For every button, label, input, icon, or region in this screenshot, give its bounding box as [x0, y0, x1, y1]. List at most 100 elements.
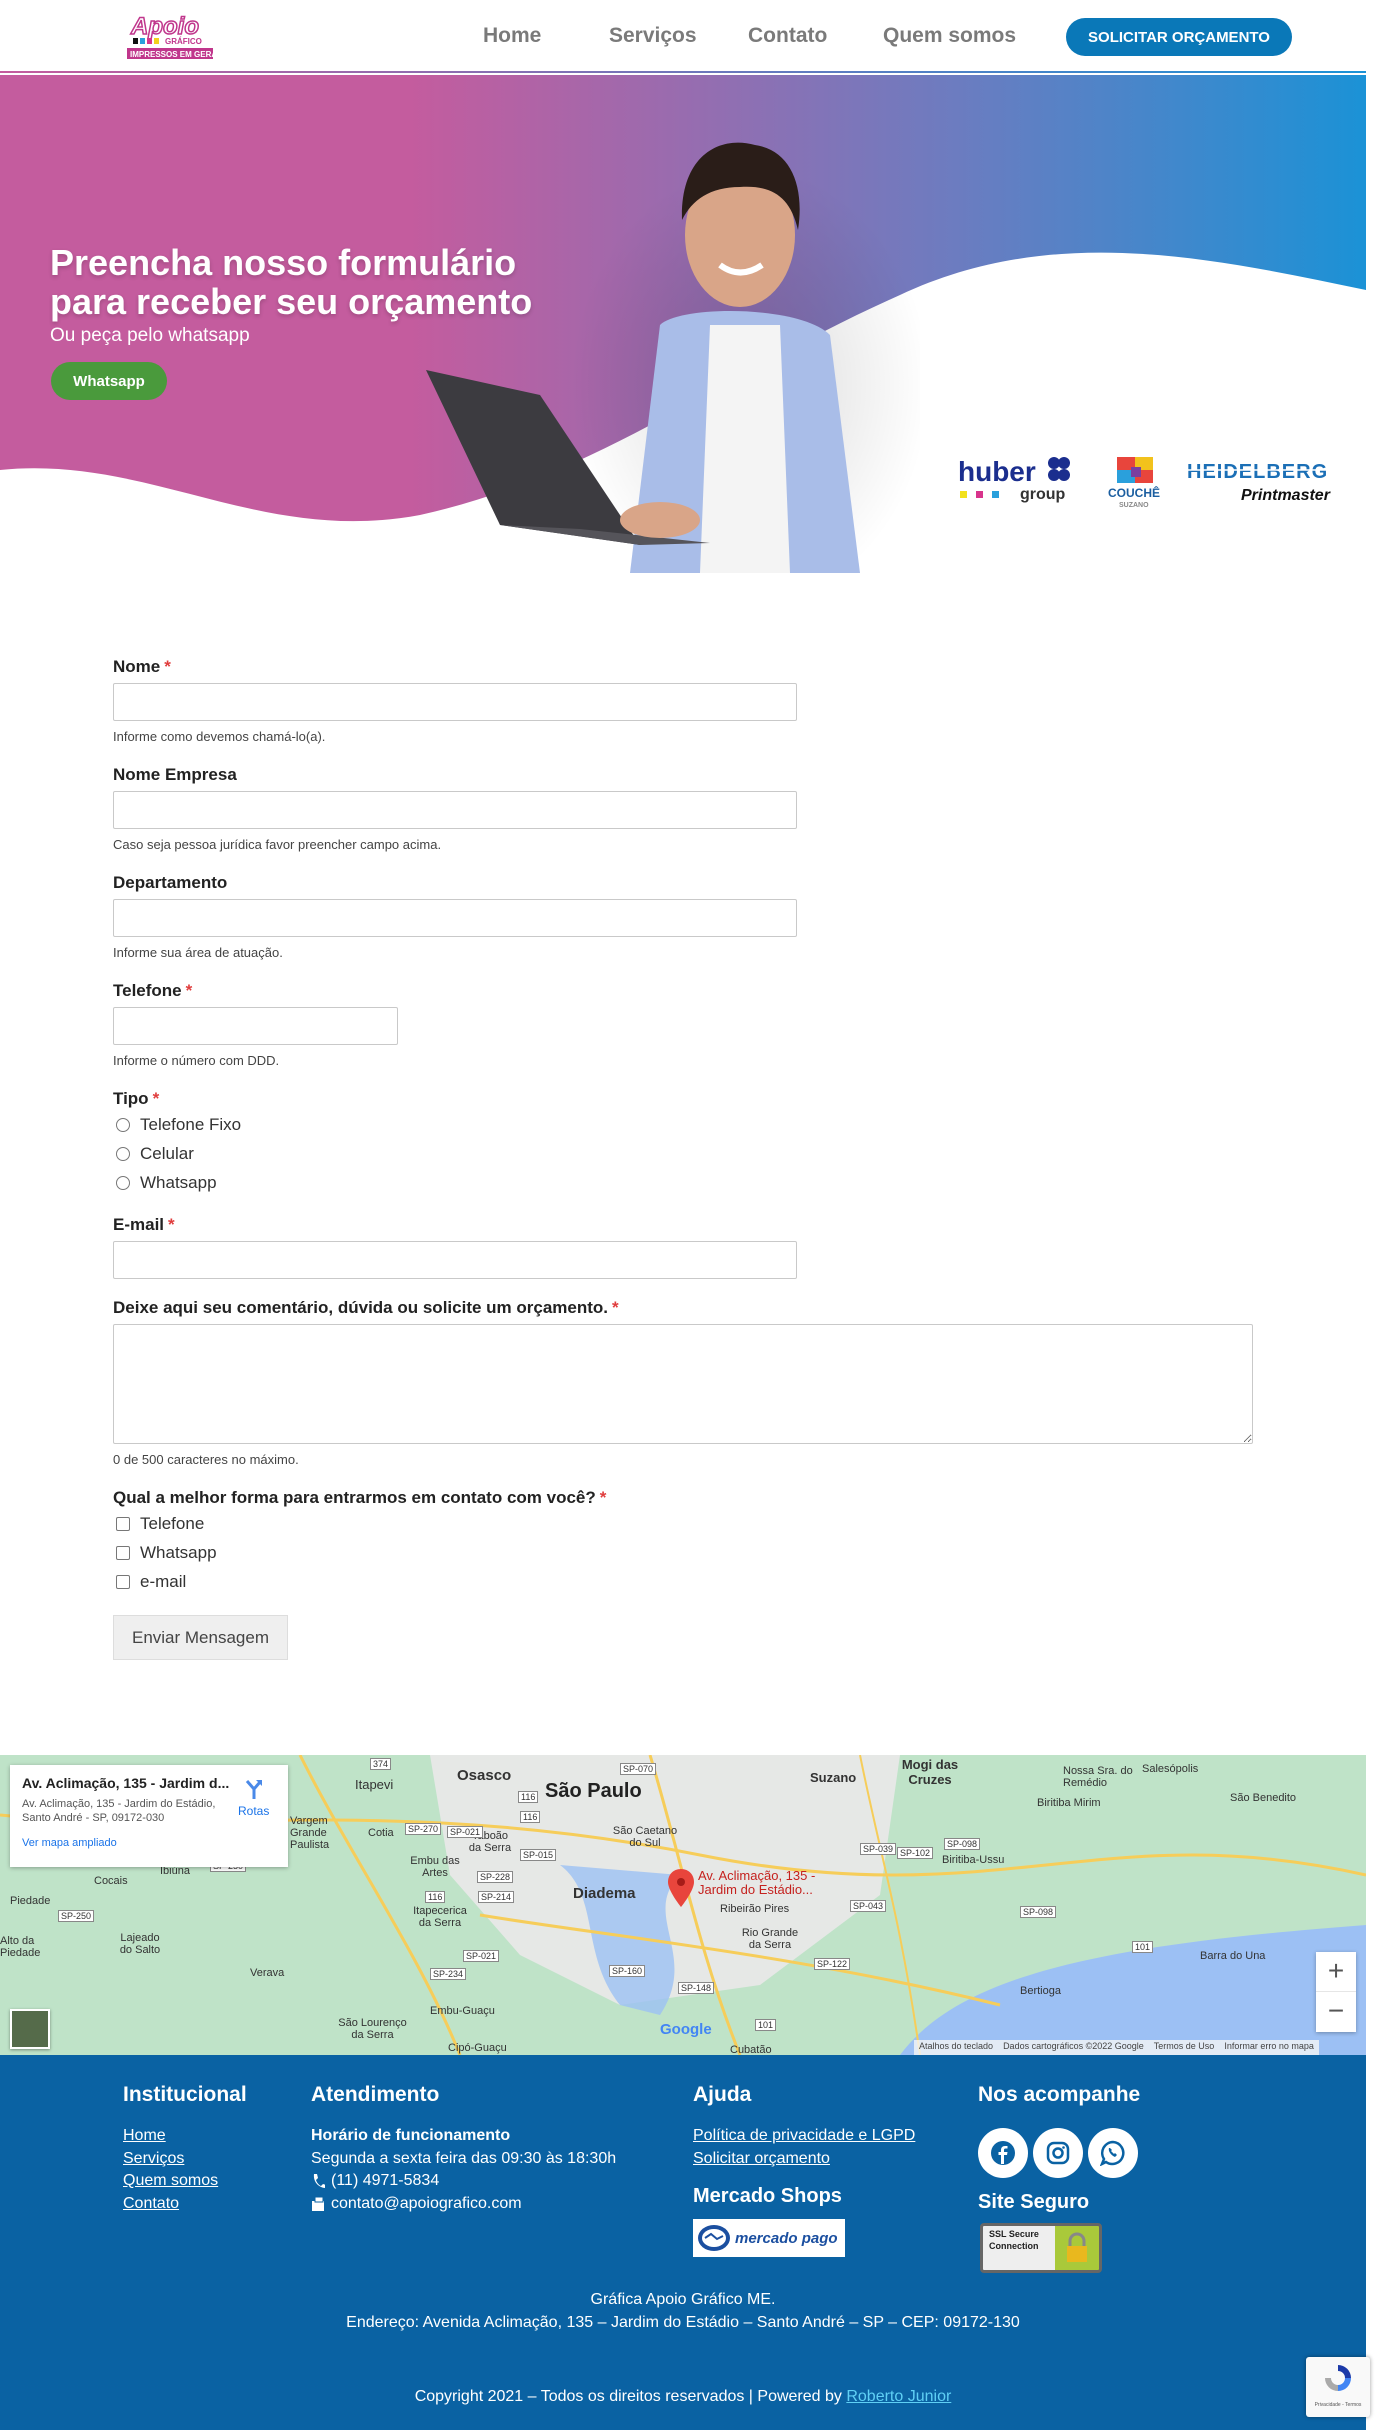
road-shield: SP-015	[520, 1849, 557, 1861]
view-larger-map-link[interactable]: Ver mapa ampliado	[22, 1837, 276, 1849]
author-link[interactable]: Roberto Junior	[846, 2388, 951, 2405]
footer-link-quote[interactable]: Solicitar orçamento	[693, 2150, 830, 2168]
footer-link-home[interactable]: Home	[123, 2127, 166, 2145]
company-name: Gráfica Apoio Gráfico ME.	[590, 2291, 776, 2308]
secure-site-heading: Site Seguro	[978, 2191, 1090, 2213]
info-address: Av. Aclimação, 135 - Jardim do Estádio, …	[22, 1798, 216, 1824]
keyboard-shortcuts-link[interactable]: Atalhos do teclado	[914, 2040, 998, 2055]
map-place: Nossa Sra. do Remédio	[1063, 1765, 1133, 1789]
checkbox[interactable]	[116, 1517, 130, 1531]
nome-label: Nome *	[113, 657, 171, 676]
footer-link-contato[interactable]: Contato	[123, 2195, 179, 2213]
site-footer: Institucional Home Serviços Quem somos C…	[0, 2055, 1370, 2430]
footer-link-servicos[interactable]: Serviços	[123, 2150, 184, 2168]
map-place: Suzano	[810, 1770, 857, 1785]
zoom-controls: + −	[1316, 1952, 1356, 2032]
terms-link[interactable]: Termos de Uso	[1149, 2040, 1220, 2055]
social-heading: Nos acompanhe	[978, 2083, 1141, 2106]
checkbox[interactable]	[116, 1546, 130, 1560]
email-input[interactable]	[113, 1241, 797, 1279]
nav-servicos[interactable]: Serviços	[609, 24, 697, 48]
road-shield: 116	[518, 1791, 539, 1803]
road-shield: SP-102	[897, 1847, 934, 1859]
instagram-icon	[1046, 2141, 1070, 2165]
request-quote-button[interactable]: SOLICITAR ORÇAMENTO	[1066, 18, 1292, 56]
whatsapp-button[interactable]: Whatsapp	[51, 362, 167, 400]
empresa-input[interactable]	[113, 791, 797, 829]
instagram-button[interactable]	[1033, 2128, 1083, 2178]
tipo-option-telefone-fixo[interactable]: Telefone Fixo	[116, 1115, 241, 1135]
nav-quem-somos[interactable]: Quem somos	[883, 24, 1016, 48]
whatsapp-icon	[1100, 2140, 1125, 2166]
road-shield: 101	[1132, 1941, 1154, 1953]
map-pin-icon[interactable]	[668, 1869, 694, 1907]
contato-option-telefone[interactable]: Telefone	[116, 1514, 204, 1534]
map-place: Biritiba-Ussu	[942, 1854, 1005, 1866]
departamento-input[interactable]	[113, 899, 797, 937]
hours-title: Horário de funcionamento	[311, 2127, 511, 2144]
partner-logo-heidelberg: HEIDELBERG Printmaster	[1187, 460, 1357, 509]
partner-logo-huber: huber group	[958, 453, 1070, 508]
mercado-pago-badge[interactable]: mercado pago	[693, 2219, 845, 2257]
nav-home[interactable]: Home	[483, 24, 541, 48]
radio-button[interactable]	[116, 1118, 130, 1132]
tipo-option-whatsapp[interactable]: Whatsapp	[116, 1173, 217, 1193]
satellite-toggle[interactable]	[10, 2009, 50, 2049]
contato-option-whatsapp[interactable]: Whatsapp	[116, 1543, 217, 1563]
facebook-button[interactable]	[978, 2128, 1028, 2178]
map-attribution: Atalhos do teclado Dados cartográficos ©…	[914, 2040, 1319, 2055]
road-shield: SP-021	[447, 1826, 484, 1838]
empresa-hint: Caso seja pessoa jurídica favor preenche…	[113, 837, 442, 852]
map-place: Cocais	[94, 1875, 128, 1887]
tipo-option-celular[interactable]: Celular	[116, 1144, 194, 1164]
map-place: Diadema	[573, 1885, 636, 1902]
road-shield: SP-270	[405, 1823, 442, 1835]
svg-text:COUCHÊ: COUCHÊ	[1108, 485, 1160, 500]
comentario-textarea[interactable]	[113, 1324, 1253, 1444]
google-map[interactable]: Itapevi Osasco São Paulo Suzano Mogi das…	[0, 1755, 1366, 2055]
footer-link-privacy[interactable]: Política de privacidade e LGPD	[693, 2127, 915, 2145]
contato-option-email[interactable]: e-mail	[116, 1572, 186, 1592]
map-place: Cotia	[368, 1827, 394, 1839]
road-shield: SP-214	[478, 1891, 515, 1903]
road-shield: SP-098	[1020, 1906, 1057, 1918]
checkbox[interactable]	[116, 1575, 130, 1589]
map-place: Embu-Guaçu	[430, 2005, 495, 2017]
zoom-in-button[interactable]: +	[1316, 1952, 1356, 1992]
map-place: Lajeado do Salto	[119, 1932, 161, 1956]
tipo-label: Tipo *	[113, 1089, 160, 1108]
telefone-input[interactable]	[113, 1007, 398, 1045]
handshake-icon	[698, 2225, 730, 2251]
road-shield: SP-070	[620, 1763, 657, 1775]
nome-hint: Informe como devemos chamá-lo(a).	[113, 729, 326, 744]
submit-button[interactable]: Enviar Mensagem	[113, 1615, 288, 1660]
map-place: São Lourenço da Serra	[338, 2017, 407, 2041]
map-place: Itapecerica da Serra	[413, 1905, 467, 1929]
nome-input[interactable]	[113, 683, 797, 721]
svg-text:Printmaster: Printmaster	[1241, 487, 1331, 504]
hero-banner: Preencha nosso formulário para receber se…	[0, 75, 1366, 573]
svg-text:SUZANO: SUZANO	[1119, 502, 1149, 509]
empresa-label: Nome Empresa	[113, 765, 237, 784]
radio-button[interactable]	[116, 1147, 130, 1161]
map-place: Mogi das Cruzes	[901, 1757, 959, 1787]
radio-button[interactable]	[116, 1176, 130, 1190]
nav-contato[interactable]: Contato	[748, 24, 827, 48]
map-place: Biritiba Mirim	[1037, 1797, 1101, 1809]
directions-button[interactable]: Rotas	[238, 1777, 269, 1818]
comentario-hint: 0 de 500 caracteres no máximo.	[113, 1452, 299, 1467]
phone-line: (11) 4971-5834	[311, 2172, 439, 2190]
logo[interactable]: Apoio GRÁFICO IMPRESSOS EM GERAL	[125, 10, 222, 64]
recaptcha-badge[interactable]: Privacidade - Termos	[1306, 2357, 1370, 2417]
map-place: Embu das Artes	[410, 1855, 460, 1879]
zoom-out-button[interactable]: −	[1316, 1992, 1356, 2032]
footer-link-quem-somos[interactable]: Quem somos	[123, 2172, 218, 2190]
road-shield: SP-250	[58, 1910, 95, 1922]
whatsapp-social-button[interactable]	[1088, 2128, 1138, 2178]
map-place: Rio Grande da Serra	[741, 1927, 799, 1951]
hours-text: Segunda a sexta feira das 09:30 às 18:30…	[311, 2150, 617, 2167]
padlock-icon	[1067, 2232, 1087, 2262]
map-place: Osasco	[457, 1767, 512, 1784]
report-error-link[interactable]: Informar erro no mapa	[1219, 2040, 1319, 2055]
departamento-hint: Informe sua área de atuação.	[113, 945, 283, 960]
